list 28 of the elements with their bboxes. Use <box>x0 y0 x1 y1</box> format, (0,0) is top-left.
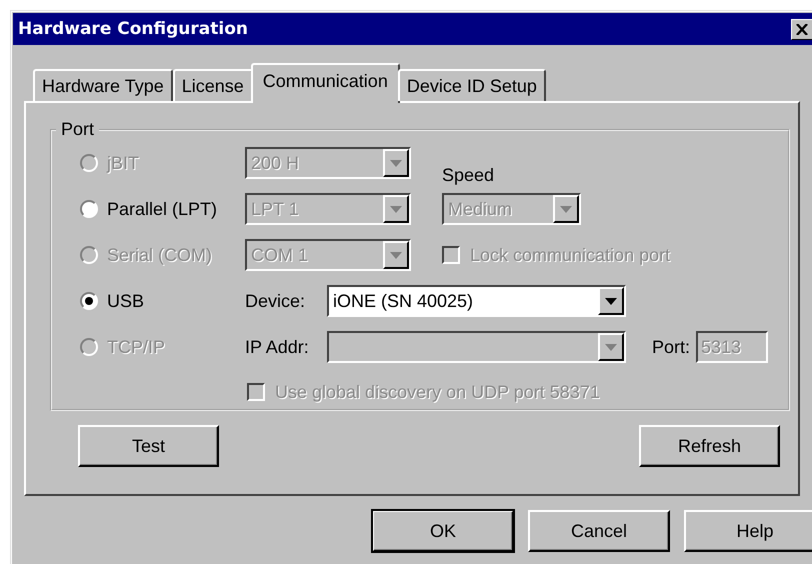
caret-icon <box>560 206 572 212</box>
panel-button[interactable]: Test <box>78 425 219 467</box>
caret-icon <box>390 160 402 166</box>
tab[interactable]: Communication <box>250 63 400 103</box>
tab[interactable]: License <box>172 69 253 101</box>
caret-icon <box>605 344 617 350</box>
ip-address-label: IP Addr: <box>245 336 310 358</box>
tab[interactable]: Device ID Setup <box>398 69 546 101</box>
close-button[interactable] <box>791 18 812 40</box>
window-title: Hardware Configuration <box>17 19 248 39</box>
radio-label[interactable]: Parallel (LPT) <box>107 198 218 220</box>
panel-button[interactable]: Refresh <box>639 425 780 467</box>
dialog-button[interactable]: OK <box>372 510 514 552</box>
device-dropdown[interactable]: iONE (SN 40025) <box>327 285 626 317</box>
caret-icon <box>605 298 617 304</box>
speed-label: Speed <box>442 165 494 186</box>
caret-icon <box>390 252 402 258</box>
close-icon <box>796 24 808 34</box>
port-label: Port: <box>652 336 692 358</box>
dialog-button[interactable]: Help <box>684 510 812 552</box>
group-title: Port <box>60 119 96 140</box>
device-label: Device: <box>245 290 306 312</box>
radio-button[interactable] <box>80 292 98 310</box>
radio-button[interactable] <box>80 200 98 218</box>
caret-icon <box>390 206 402 212</box>
radio-label[interactable]: USB <box>107 290 144 312</box>
tab[interactable]: Hardware Type <box>33 69 173 101</box>
dialog-button[interactable]: Cancel <box>528 510 670 552</box>
